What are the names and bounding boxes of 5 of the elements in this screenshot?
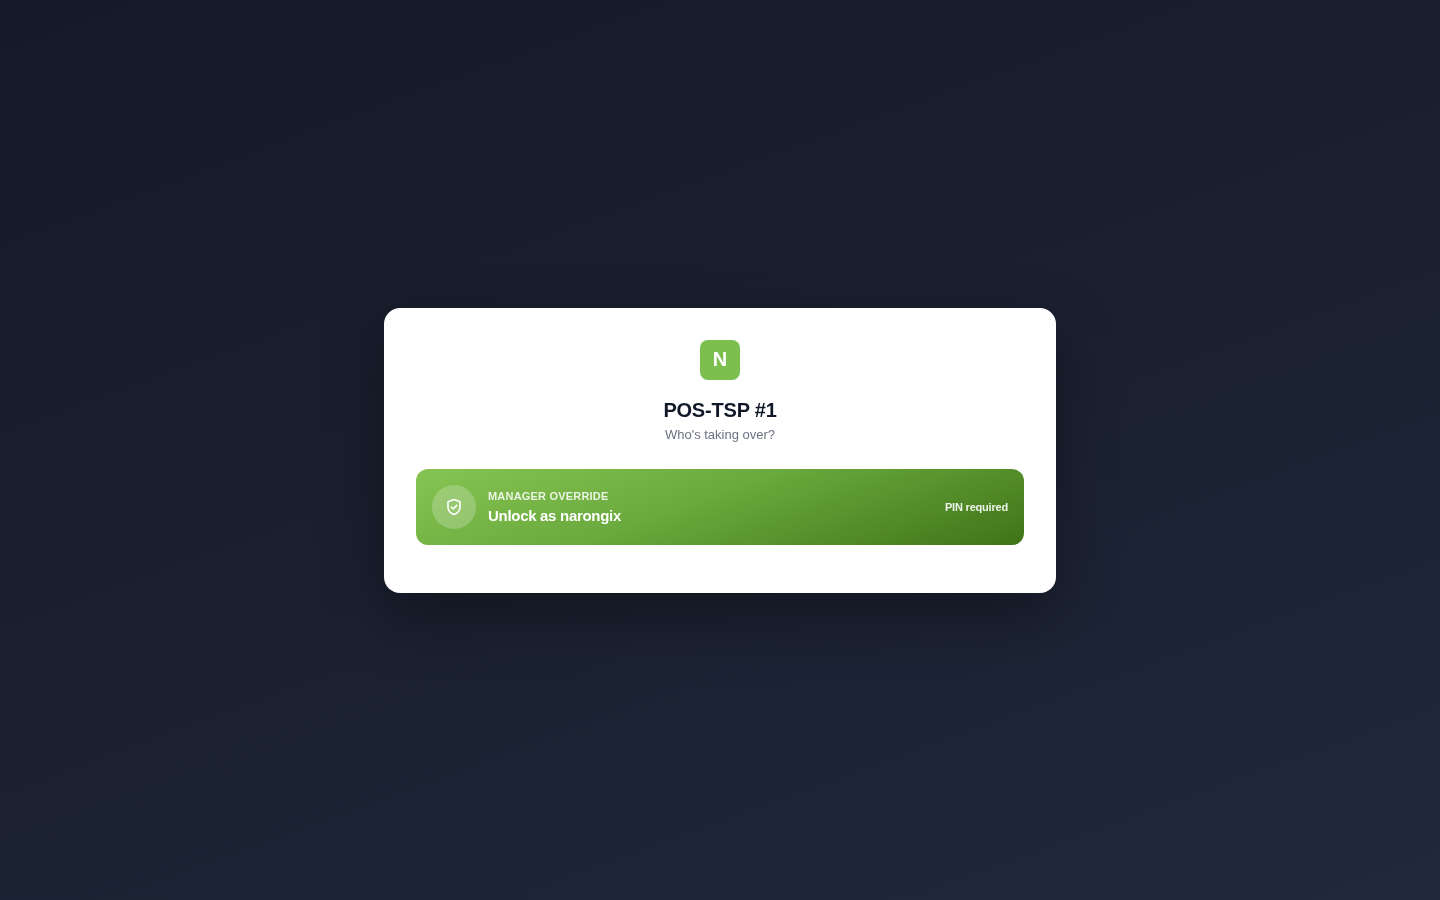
subtitle-text: Who's taking over?	[664, 426, 776, 443]
manager-override-button[interactable]: MANAGER OVERRIDE Unlock as narongix PIN required	[416, 468, 1024, 545]
terminal-title: POS-TSP #1	[663, 397, 777, 422]
brand-logo: N	[700, 339, 740, 380]
shield-check-icon	[432, 484, 476, 529]
